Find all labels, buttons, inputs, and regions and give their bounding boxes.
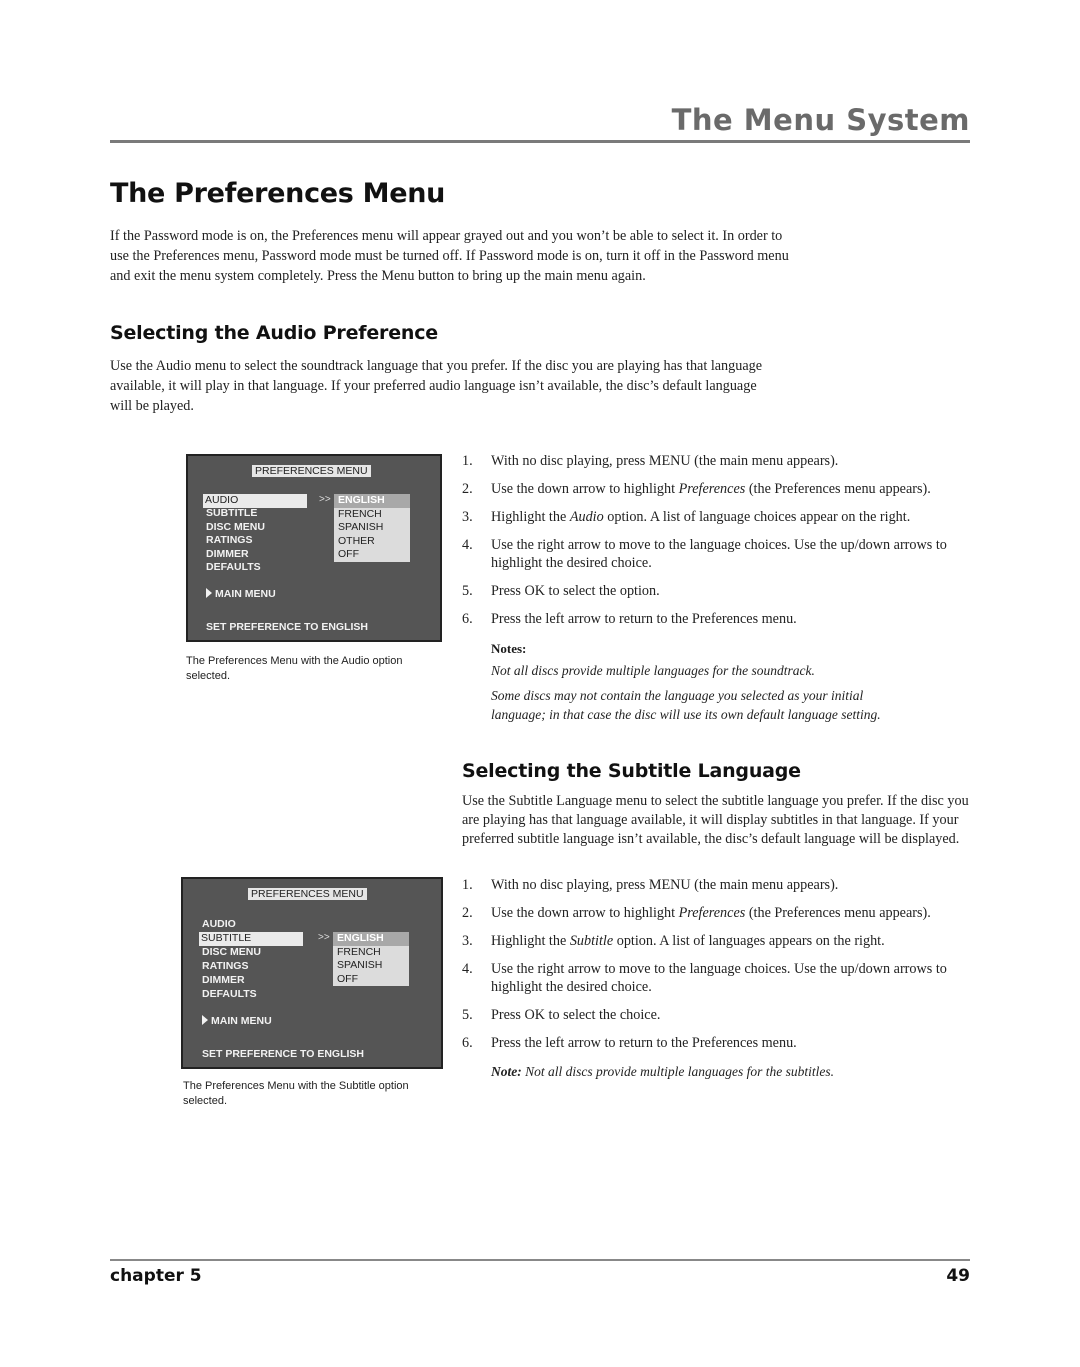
- language-option-english[interactable]: ENGLISH: [333, 932, 409, 946]
- main-menu-link[interactable]: MAIN MENU: [206, 588, 276, 602]
- menu-item-defaults[interactable]: DEFAULTS: [206, 561, 261, 575]
- main-menu-link[interactable]: MAIN MENU: [202, 1015, 272, 1029]
- page-title: The Preferences Menu: [110, 178, 446, 209]
- menu-item-ratings[interactable]: RATINGS: [202, 960, 248, 974]
- menu-item-subtitle[interactable]: SUBTITLE: [206, 507, 257, 521]
- menu-item-dimmer[interactable]: DIMMER: [202, 974, 245, 988]
- language-option-spanish[interactable]: SPANISH: [334, 521, 410, 535]
- menu-item-audio[interactable]: AUDIO: [202, 918, 236, 932]
- subtitle-note: Note: Not all discs provide multiple lan…: [491, 1062, 971, 1081]
- footer-divider: [110, 1259, 970, 1261]
- header-divider: [110, 140, 970, 143]
- language-option-other[interactable]: OTHER: [334, 535, 410, 549]
- note-item: Not all discs provide multiple languages…: [491, 663, 815, 678]
- play-triangle-icon: [206, 588, 212, 598]
- language-list: ENGLISH FRENCH SPANISH OFF: [333, 932, 409, 986]
- main-menu-label: MAIN MENU: [215, 588, 276, 600]
- audio-section-paragraph: Use the Audio menu to select the soundtr…: [110, 358, 763, 414]
- audio-steps-list: 1. With no disc playing, press MENU (the …: [462, 453, 947, 627]
- menu-item-subtitle[interactable]: SUBTITLE: [199, 932, 303, 946]
- menu-item-disc-menu[interactable]: DISC MENU: [206, 521, 265, 535]
- chapter-label: chapter 5: [110, 1266, 202, 1286]
- screen-status-text: SET PREFERENCE TO ENGLISH: [206, 621, 368, 633]
- subtitle-figure-caption: The Preferences Menu with the Subtitle o…: [183, 1080, 409, 1107]
- note-label: Note:: [491, 1064, 522, 1079]
- language-option-english[interactable]: ENGLISH: [334, 494, 410, 508]
- note-text: Not all discs provide multiple languages…: [521, 1064, 834, 1079]
- play-triangle-icon: [202, 1015, 208, 1025]
- subtitle-section-heading: Selecting the Subtitle Language: [462, 760, 801, 782]
- menu-item-dimmer[interactable]: DIMMER: [206, 548, 249, 562]
- section-header-title: The Menu System: [671, 103, 970, 137]
- subtitle-section-paragraph: Use the Subtitle Language menu to select…: [462, 793, 969, 847]
- screen-title: PREFERENCES MENU: [252, 465, 371, 477]
- language-option-off[interactable]: OFF: [333, 973, 409, 987]
- language-option-spanish[interactable]: SPANISH: [333, 959, 409, 973]
- menu-item-ratings[interactable]: RATINGS: [206, 534, 252, 548]
- notes-label: Notes:: [491, 641, 527, 656]
- submenu-arrow-icon: >>: [318, 932, 330, 943]
- menu-item-disc-menu[interactable]: DISC MENU: [202, 946, 261, 960]
- subtitle-steps-list: 1. With no disc playing, press MENU (the …: [462, 877, 947, 1051]
- page-number: 49: [946, 1266, 970, 1286]
- language-list: ENGLISH FRENCH SPANISH OTHER OFF: [334, 494, 410, 562]
- screen-status-text: SET PREFERENCE TO ENGLISH: [202, 1048, 364, 1060]
- note-item: Some discs may not contain the language …: [491, 688, 881, 722]
- subtitle-preferences-screen: PREFERENCES MENU AUDIO SUBTITLE DISC MEN…: [181, 877, 443, 1069]
- language-option-off[interactable]: OFF: [334, 548, 410, 562]
- menu-item-defaults[interactable]: DEFAULTS: [202, 988, 257, 1002]
- submenu-arrow-icon: >>: [319, 494, 331, 505]
- menu-item-audio[interactable]: AUDIO: [203, 494, 307, 508]
- audio-preferences-screen: PREFERENCES MENU AUDIO SUBTITLE DISC MEN…: [186, 454, 442, 642]
- screen-title: PREFERENCES MENU: [248, 888, 367, 900]
- intro-paragraph: If the Password mode is on, the Preferen…: [110, 228, 789, 284]
- main-menu-label: MAIN MENU: [211, 1015, 272, 1027]
- language-option-french[interactable]: FRENCH: [333, 946, 409, 960]
- language-option-french[interactable]: FRENCH: [334, 508, 410, 522]
- audio-section-heading: Selecting the Audio Preference: [110, 322, 438, 344]
- audio-figure-caption: The Preferences Menu with the Audio opti…: [186, 655, 403, 682]
